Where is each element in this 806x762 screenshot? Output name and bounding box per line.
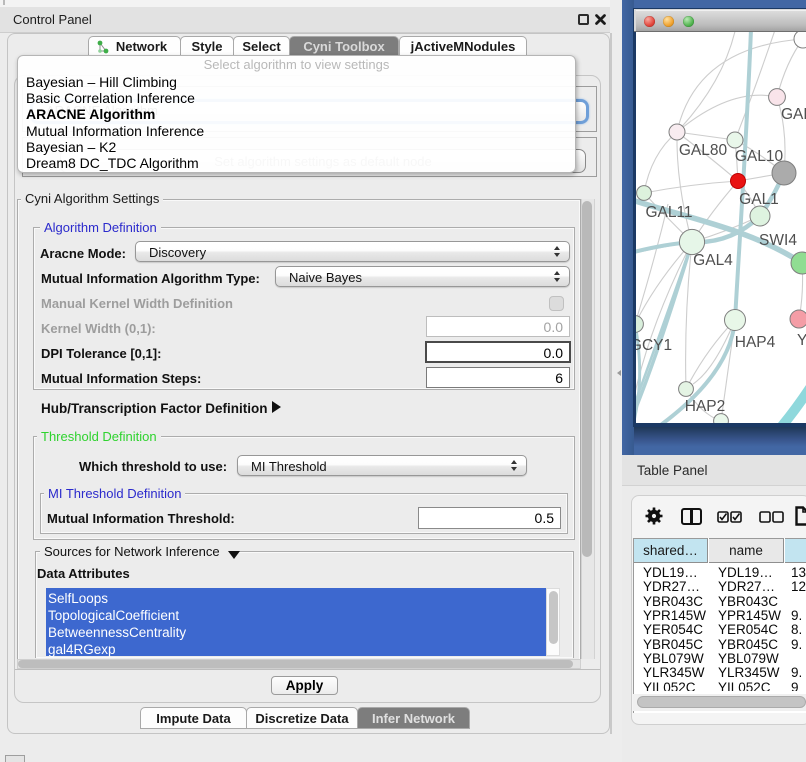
svg-text:GAL10: GAL10 xyxy=(735,148,784,165)
svg-text:GCY1: GCY1 xyxy=(636,337,672,354)
svg-text:GAL1: GAL1 xyxy=(739,191,779,208)
svg-text:GAL80: GAL80 xyxy=(679,142,728,159)
svg-text:HAP2: HAP2 xyxy=(685,398,726,415)
svg-text:HAP4: HAP4 xyxy=(735,334,776,351)
svg-text:GAL11: GAL11 xyxy=(645,204,692,221)
svg-text:YM: YM xyxy=(797,332,806,349)
svg-text:SWI4: SWI4 xyxy=(759,232,797,249)
svg-text:GAL4: GAL4 xyxy=(693,252,733,269)
svg-text:GAL2: GAL2 xyxy=(781,106,806,123)
